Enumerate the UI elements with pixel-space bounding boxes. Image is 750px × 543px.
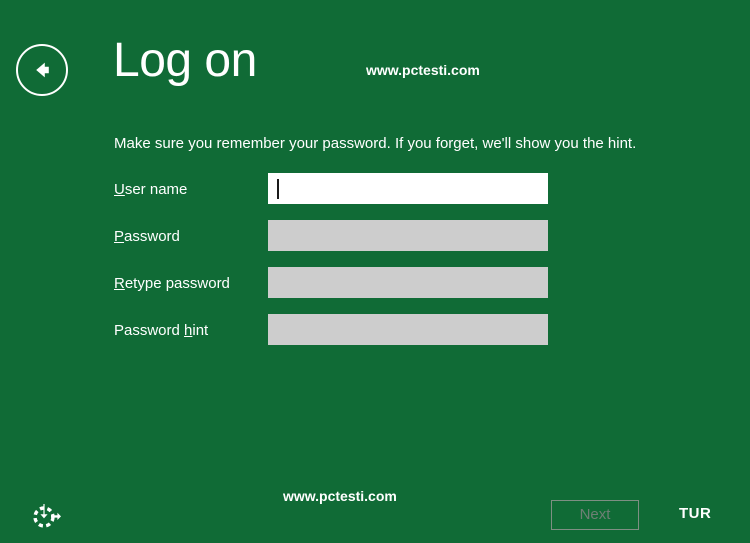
ease-of-access-icon xyxy=(29,504,63,536)
next-button[interactable]: Next xyxy=(551,500,639,530)
logon-form: User name Password Retype password Passw… xyxy=(0,173,750,361)
keyboard-layout-indicator[interactable]: TUR xyxy=(679,505,711,522)
field-row: Retype password xyxy=(0,267,750,314)
log-on-screen: Log on www.pctesti.com Make sure you rem… xyxy=(0,0,750,543)
retype-password-label: Retype password xyxy=(114,275,230,292)
text-caret xyxy=(277,179,279,199)
field-row: User name xyxy=(0,173,750,220)
accelerator-letter: P xyxy=(114,228,125,245)
watermark-bottom: www.pctesti.com xyxy=(283,488,397,504)
password-hint-input[interactable] xyxy=(268,314,548,345)
ease-of-access-button[interactable] xyxy=(29,498,63,532)
password-label: Password xyxy=(114,228,180,245)
field-row: Password xyxy=(0,220,750,267)
password-hint-label: Password hint xyxy=(114,322,209,339)
password-input[interactable] xyxy=(268,220,548,251)
watermark-top: www.pctesti.com xyxy=(366,62,480,78)
field-row: Password hint xyxy=(0,314,750,361)
user-name-input[interactable] xyxy=(268,173,548,204)
page-title: Log on xyxy=(113,34,257,87)
user-name-label: User name xyxy=(114,181,188,198)
instruction-text: Make sure you remember your password. If… xyxy=(114,135,637,152)
back-button[interactable] xyxy=(16,44,68,96)
accelerator-letter: h xyxy=(184,322,193,339)
accelerator-letter: U xyxy=(114,181,125,198)
retype-password-input[interactable] xyxy=(268,267,548,298)
accelerator-letter: R xyxy=(114,275,125,292)
